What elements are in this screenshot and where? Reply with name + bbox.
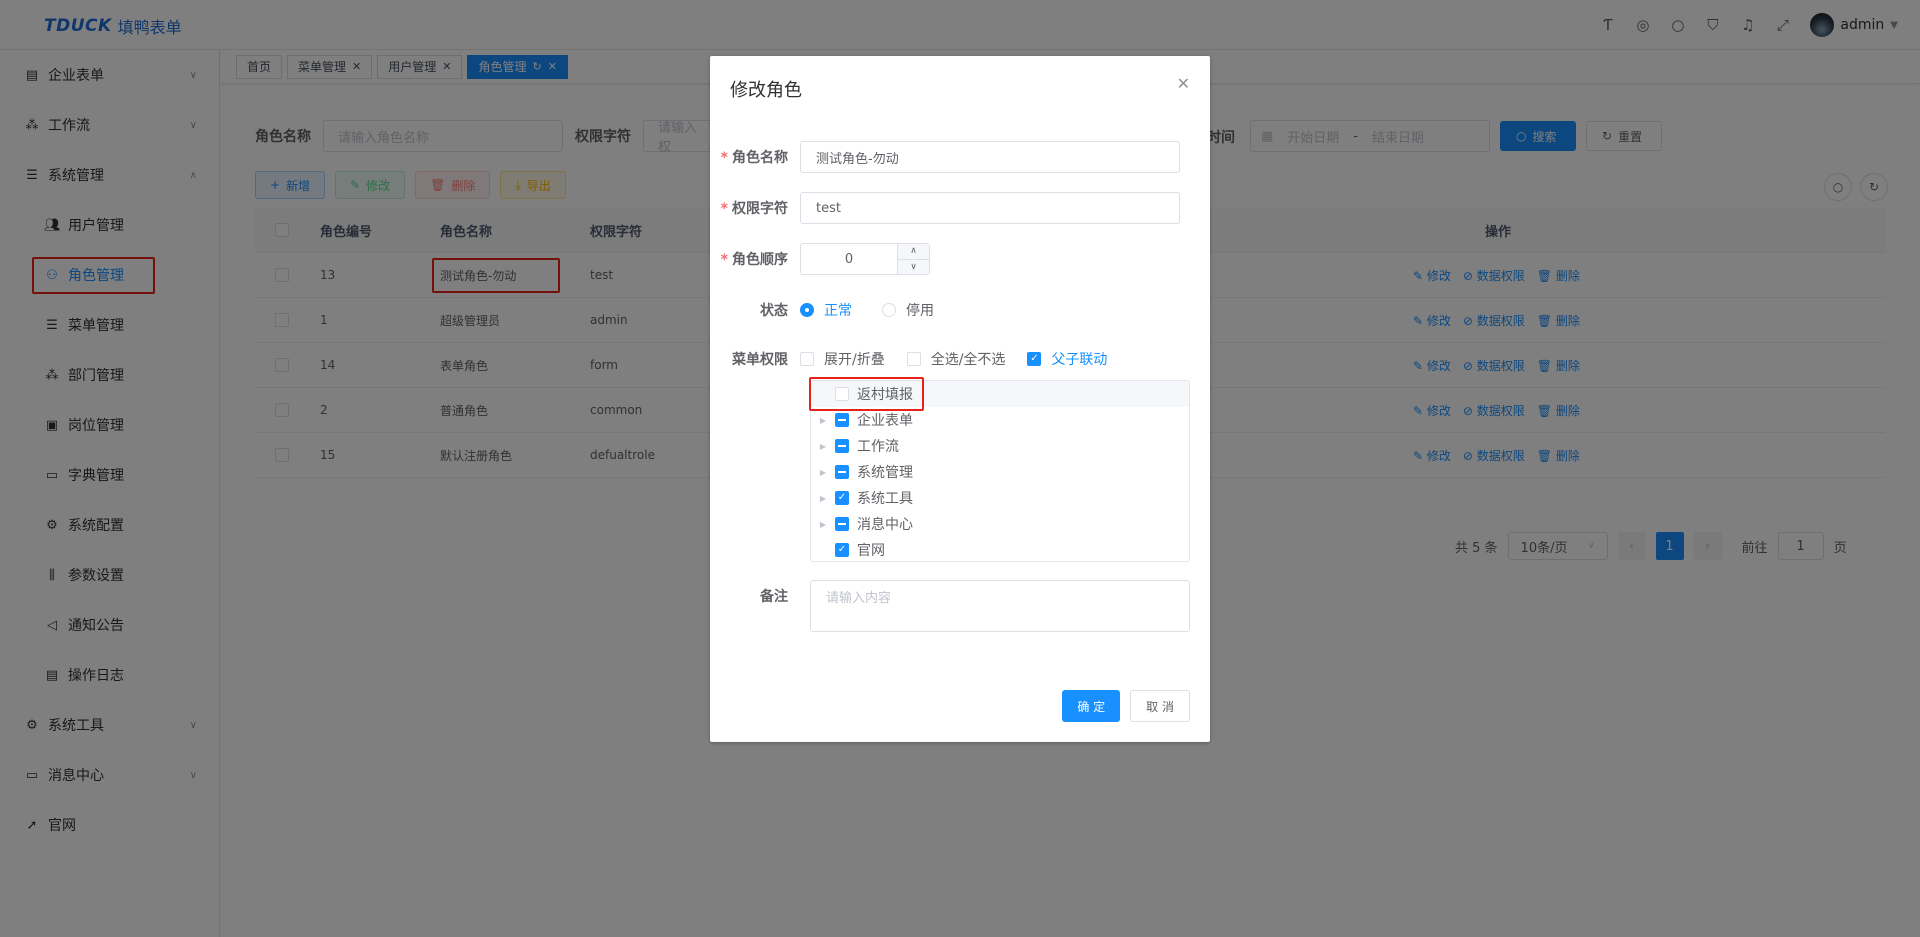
perm-label: * 权限字符 xyxy=(710,198,800,218)
caret-right-icon[interactable]: ▶ xyxy=(811,416,835,425)
select-all-label: 全选/全不选 xyxy=(930,352,1006,368)
dialog-title: 修改角色 xyxy=(730,80,802,101)
tree-node[interactable]: ▶ ✓ 系统工具 xyxy=(811,485,1189,511)
role-name-label-text: 角色名称 xyxy=(732,150,788,166)
radio-unchecked xyxy=(882,303,896,317)
checkbox-unchecked xyxy=(906,352,921,366)
order-stepper[interactable]: 0 ∧ ∨ xyxy=(800,243,930,275)
status-label: 状态 xyxy=(760,303,788,319)
required-mark: * xyxy=(720,150,728,166)
highlight-box xyxy=(809,377,924,411)
cancel-button[interactable]: 取 消 xyxy=(1130,690,1190,722)
radio-checked xyxy=(800,303,814,317)
caret-right-icon[interactable]: ▶ xyxy=(811,442,835,451)
role-name-input[interactable]: 测试角色-勿动 xyxy=(800,141,1180,173)
required-mark: * xyxy=(720,252,728,268)
status-normal-label: 正常 xyxy=(824,303,852,319)
tree-node-checkbox[interactable] xyxy=(835,439,849,453)
tree-node-checkbox[interactable]: ✓ xyxy=(835,491,849,505)
tree-node[interactable]: ▶ 系统管理 xyxy=(811,459,1189,485)
order-row: * 角色顺序 0 ∧ ∨ xyxy=(710,243,1210,275)
role-name-row: * 角色名称 测试角色-勿动 xyxy=(710,141,1210,173)
tree-node[interactable]: ▶ 消息中心 xyxy=(811,511,1189,537)
select-all-checkbox[interactable]: 全选/全不选 xyxy=(906,349,1006,369)
tree-node-label: 官网 xyxy=(857,543,885,559)
tree-node-checkbox[interactable] xyxy=(835,413,849,427)
remark-textarea[interactable]: 请输入内容 xyxy=(810,580,1190,632)
parent-child-link-checkbox[interactable]: ✓ 父子联动 xyxy=(1027,349,1107,369)
expand-collapse-label: 展开/折叠 xyxy=(824,352,885,368)
perm-row: * 权限字符 test xyxy=(710,192,1210,224)
menu-perm-row: 菜单权限 展开/折叠 全选/全不选 ✓ 父子联动 xyxy=(710,343,1210,375)
dialog-footer: 确 定 取 消 xyxy=(1062,690,1190,722)
perm-label-text: 权限字符 xyxy=(732,201,788,217)
caret-right-icon[interactable]: ▶ xyxy=(811,494,835,503)
expand-collapse-checkbox[interactable]: 展开/折叠 xyxy=(800,349,885,369)
decrease-icon[interactable]: ∨ xyxy=(898,260,929,275)
tree-node-label: 系统工具 xyxy=(857,491,913,507)
tree-node-label: 系统管理 xyxy=(857,465,913,481)
edit-role-dialog: 修改角色 ✕ * 角色名称 测试角色-勿动 * 权限字符 test * 角色顺序 0 … xyxy=(710,56,1210,742)
tree-node-label: 企业表单 xyxy=(857,413,913,429)
required-mark: * xyxy=(720,201,728,217)
order-value[interactable]: 0 xyxy=(845,252,853,267)
remark-label: 备注 xyxy=(760,589,788,605)
perm-input[interactable]: test xyxy=(800,192,1180,224)
increase-icon[interactable]: ∧ xyxy=(898,244,929,260)
tree-node-checkbox[interactable]: ✓ xyxy=(835,543,849,557)
tree-node[interactable]: ✓ 官网 xyxy=(811,537,1189,561)
menu-perm-label: 菜单权限 xyxy=(732,352,788,368)
check-icon: ✓ xyxy=(1027,352,1042,366)
role-name-label: * 角色名称 xyxy=(710,147,800,167)
caret-right-icon[interactable]: ▶ xyxy=(811,468,835,477)
status-row: 状态 正常 停用 xyxy=(710,294,1210,326)
caret-right-icon[interactable]: ▶ xyxy=(811,520,835,529)
tree-node-checkbox[interactable] xyxy=(835,465,849,479)
checkbox-unchecked xyxy=(800,352,814,366)
tree-node-checkbox[interactable] xyxy=(835,517,849,531)
tree-node-label: 消息中心 xyxy=(857,517,913,533)
status-disabled-label: 停用 xyxy=(906,303,934,319)
status-disabled-radio[interactable]: 停用 xyxy=(882,300,934,320)
status-normal-radio[interactable]: 正常 xyxy=(800,300,852,320)
stepper-controls: ∧ ∨ xyxy=(897,244,929,274)
order-label: * 角色顺序 xyxy=(710,249,800,269)
close-icon[interactable]: ✕ xyxy=(1177,74,1190,93)
tree-node[interactable]: ▶ 工作流 xyxy=(811,433,1189,459)
tree-node-label: 工作流 xyxy=(857,439,899,455)
parent-child-link-label: 父子联动 xyxy=(1051,352,1108,368)
confirm-button[interactable]: 确 定 xyxy=(1062,690,1121,722)
order-label-text: 角色顺序 xyxy=(732,252,788,268)
